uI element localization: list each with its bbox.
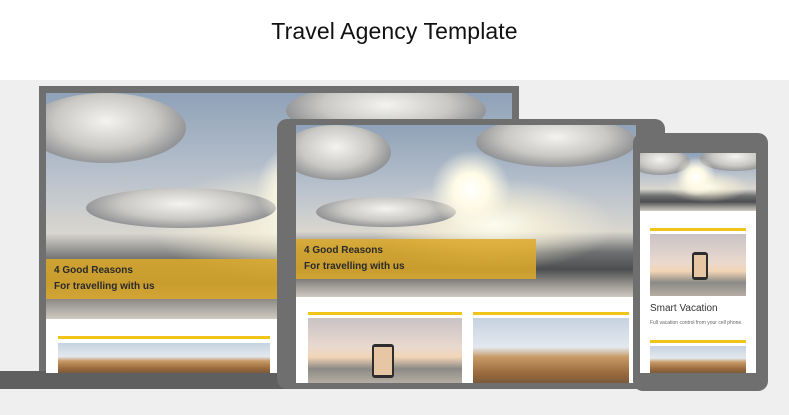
sun-icon <box>676 157 716 197</box>
tablet-screen: 4 Good Reasons For travelling with us <box>296 125 636 383</box>
page-title: Travel Agency Template <box>271 18 518 44</box>
phone-card-title: Smart Vacation <box>650 303 718 314</box>
smartphone-icon <box>372 344 394 378</box>
phone-card-thumbnail-2 <box>650 346 746 373</box>
banner-line-2: For travelling with us <box>54 281 155 292</box>
banner-line-1: 4 Good Reasons <box>54 265 133 276</box>
banner-line-2: For travelling with us <box>304 261 405 272</box>
laptop-base <box>0 371 300 389</box>
cloud-icon <box>476 125 636 167</box>
cloud-icon <box>296 125 391 180</box>
banner-line-1: 4 Good Reasons <box>304 245 383 256</box>
tablet-card-accent <box>308 312 462 315</box>
laptop-hero-banner: 4 Good Reasons For travelling with us <box>46 259 278 299</box>
phone-card-accent <box>650 228 746 231</box>
laptop-card-thumbnail <box>58 343 270 373</box>
smartphone-icon <box>692 252 708 280</box>
tablet-card-thumbnail-walrus <box>473 318 629 383</box>
phone-card-text: Full vacation control from your cell pho… <box>650 320 743 326</box>
phone-card-thumbnail <box>650 234 746 296</box>
phone-card-accent <box>650 340 746 343</box>
phone-screen: Smart Vacation Full vacation control fro… <box>640 153 756 373</box>
sun-icon <box>431 150 511 230</box>
phone-hero-image <box>640 153 756 211</box>
tablet-card-accent <box>473 312 629 315</box>
laptop-card-accent <box>58 336 270 339</box>
tablet-hero-banner: 4 Good Reasons For travelling with us <box>296 239 536 279</box>
cloud-icon <box>46 93 186 163</box>
cloud-icon <box>86 188 276 228</box>
tablet-card-thumbnail-phone <box>308 318 462 383</box>
